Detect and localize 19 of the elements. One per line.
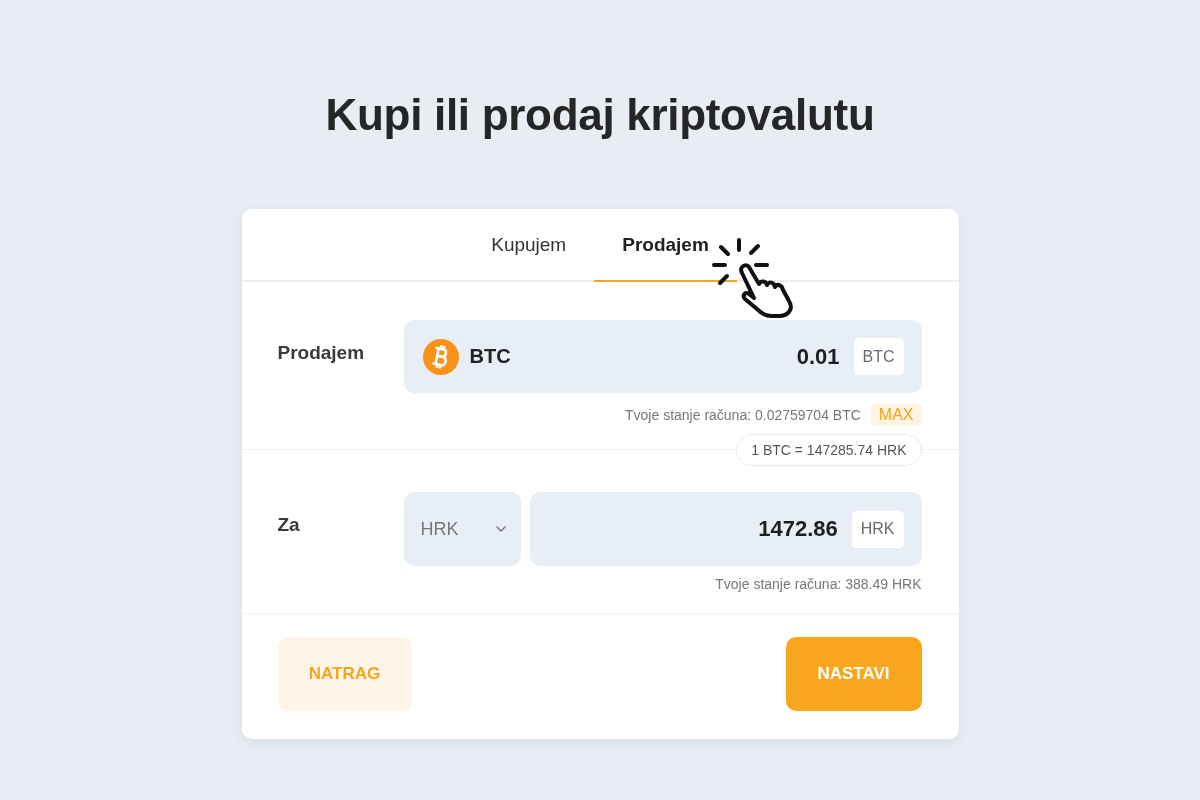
field-label: Prodajem xyxy=(277,341,366,365)
balance-text: Tvoje stanje računa: 0.02759704 BTC xyxy=(625,406,861,423)
tab[interactable]: Prodajem xyxy=(594,209,737,282)
amount-field[interactable]: BTC 0.01 BTC xyxy=(403,320,922,393)
balance-text: Tvoje stanje računa: 388.49 HRK xyxy=(715,576,922,592)
amount-value[interactable]: 1472.86 xyxy=(758,516,838,542)
unit-tag: BTC xyxy=(853,338,904,375)
pointing-hand-icon xyxy=(711,237,794,319)
field-label: Za xyxy=(277,514,301,537)
currency-name: BTC xyxy=(469,345,511,368)
tab[interactable]: Kupujem xyxy=(463,209,595,282)
amount-field[interactable]: 1472.86 HRK xyxy=(529,492,922,566)
exchange-rate-pill: 1 BTC = 147285.74 HRK xyxy=(736,434,922,466)
amount-value[interactable]: 0.01 xyxy=(796,343,840,370)
page-title: Kupi ili prodaj kriptovalutu xyxy=(325,89,875,141)
currency-select[interactable]: HRK xyxy=(403,492,521,566)
unit-tag: HRK xyxy=(851,510,904,548)
bitcoin-icon xyxy=(422,338,459,375)
chevron-down-icon xyxy=(495,526,506,532)
